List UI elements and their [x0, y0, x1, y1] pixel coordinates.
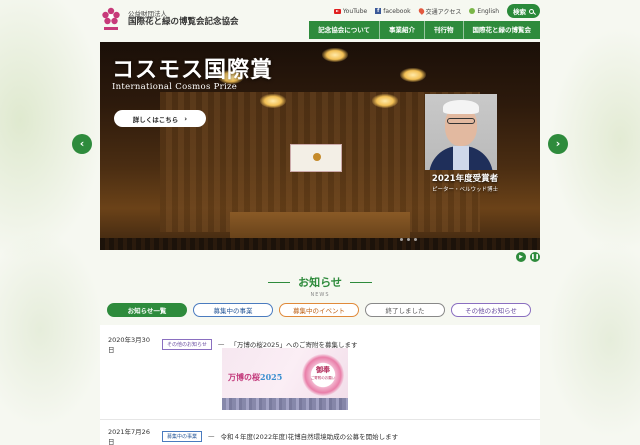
facebook-label: facebook — [383, 7, 411, 15]
flower-logo-icon — [102, 7, 120, 30]
news-item[interactable]: 2021年7月26日 募集中の事業 — 令和４年度(2022年度)花博自然環境助… — [108, 426, 398, 445]
nav-item-projects[interactable]: 事業紹介 — [379, 21, 424, 39]
english-link[interactable]: English — [469, 8, 499, 15]
search-icon — [529, 8, 534, 14]
filter-other[interactable]: その他のお知らせ — [451, 303, 531, 317]
utility-links: YouTube f facebook 交通アクセス English 検索 — [333, 4, 540, 18]
banner-title: 万博の桜2025 — [228, 372, 283, 382]
youtube-label: YouTube — [342, 7, 368, 15]
site-header: 公益財団法人 国際花と緑の博覧会記念協会 YouTube f facebook … — [0, 0, 640, 42]
play-icon: ▶ — [519, 254, 523, 260]
globe-icon — [469, 8, 476, 14]
wreath-subtext: ご寄附のお願い — [310, 376, 336, 380]
youtube-icon — [333, 8, 341, 14]
chevron-left-icon: ‹ — [79, 137, 85, 150]
chandelier-decoration — [322, 48, 348, 62]
search-button[interactable]: 検索 — [507, 4, 540, 18]
access-label: 交通アクセス — [425, 8, 462, 16]
winner-year: 2021年度受賞者 — [431, 174, 499, 184]
news-date: 2020年3月30日 — [108, 336, 150, 354]
sakura-2025-banner[interactable]: 万博の桜2025 御奉 ご寄附のお願い — [222, 348, 348, 410]
slider-play-button[interactable]: ▶ — [516, 252, 526, 262]
nav-item-expo[interactable]: 国際花と緑の博覧会 — [462, 21, 541, 39]
main-nav: 記念協会について 事業紹介 刊行物 国際花と緑の博覧会 — [309, 21, 540, 39]
org-name: 国際花と緑の博覧会記念協会 — [128, 16, 239, 27]
news-dash: — — [217, 340, 225, 348]
news-category-badge: 募集中の事業 — [162, 430, 203, 442]
slide-dot[interactable] — [414, 238, 417, 241]
news-title-en: NEWS — [310, 292, 330, 299]
slide-indicators — [400, 238, 417, 241]
access-link[interactable]: 交通アクセス — [417, 7, 462, 16]
cherry-wreath-icon — [302, 354, 344, 396]
wreath-text: 御奉 — [316, 366, 330, 374]
youtube-link[interactable]: YouTube — [333, 7, 368, 15]
search-label: 検索 — [513, 8, 526, 16]
hero-title: コスモス国際賞 — [112, 57, 274, 83]
details-button[interactable]: 詳しくはこちら › — [114, 110, 206, 127]
news-filter-tabs: お知らせ一覧 募集中の事業 募集中のイベント 終了しました その他のお知らせ — [107, 303, 531, 317]
winner-photo — [425, 94, 497, 170]
news-date: 2021年7月26日 — [108, 428, 150, 445]
chandelier-decoration — [400, 68, 426, 82]
slider-prev-button[interactable]: ‹ — [72, 134, 92, 154]
facebook-link[interactable]: f facebook — [375, 7, 411, 15]
news-dash: — — [208, 432, 215, 440]
news-header: お知らせ NEWS — [0, 268, 640, 298]
nav-item-publications[interactable]: 刊行物 — [424, 21, 463, 39]
stage-screen — [290, 144, 342, 172]
details-button-label: 詳しくはこちら — [132, 115, 179, 124]
slider-next-button[interactable]: › — [548, 134, 568, 154]
chevron-right-icon: › — [184, 114, 188, 123]
filter-recruiting-events[interactable]: 募集中のイベント — [279, 303, 359, 317]
slider-pause-button[interactable]: ❚❚ — [530, 252, 540, 262]
hero-subtitle: International Cosmos Prize — [112, 82, 238, 92]
winner-name: ピーター・ベルウッド博士 — [431, 187, 498, 193]
news-title-text: 令和４年度(2022年度)花博自然環境助成の公募を開始します — [220, 433, 399, 441]
site-logo[interactable]: 公益財団法人 国際花と緑の博覧会記念協会 — [100, 6, 239, 32]
chandelier-decoration — [372, 94, 398, 108]
news-list: 2020年3月30日 その他のお知らせ — 「万博の桜2025」へのご寄附を募集… — [100, 325, 540, 445]
news-title: お知らせ — [298, 276, 342, 290]
filter-all[interactable]: お知らせ一覧 — [107, 303, 187, 317]
filter-recruiting-projects[interactable]: 募集中の事業 — [193, 303, 273, 317]
news-category-badge: その他のお知らせ — [162, 338, 212, 350]
title-line-left — [268, 281, 291, 283]
audience — [100, 238, 540, 250]
filter-ended[interactable]: 終了しました — [365, 303, 445, 317]
slide-dot[interactable] — [407, 238, 410, 241]
title-line-right — [349, 281, 372, 283]
map-pin-icon — [417, 7, 426, 15]
city-skyline — [222, 398, 348, 410]
pause-icon: ❚❚ — [530, 254, 540, 260]
facebook-icon: f — [375, 8, 382, 14]
hero-slider: コスモス国際賞 International Cosmos Prize 詳しくはこ… — [100, 42, 540, 250]
english-label: English — [477, 7, 499, 15]
nav-item-about[interactable]: 記念協会について — [309, 21, 379, 39]
slide-dot[interactable] — [400, 238, 403, 241]
chevron-right-icon: › — [555, 137, 561, 150]
divider — [100, 419, 540, 420]
chandelier-decoration — [260, 94, 286, 108]
